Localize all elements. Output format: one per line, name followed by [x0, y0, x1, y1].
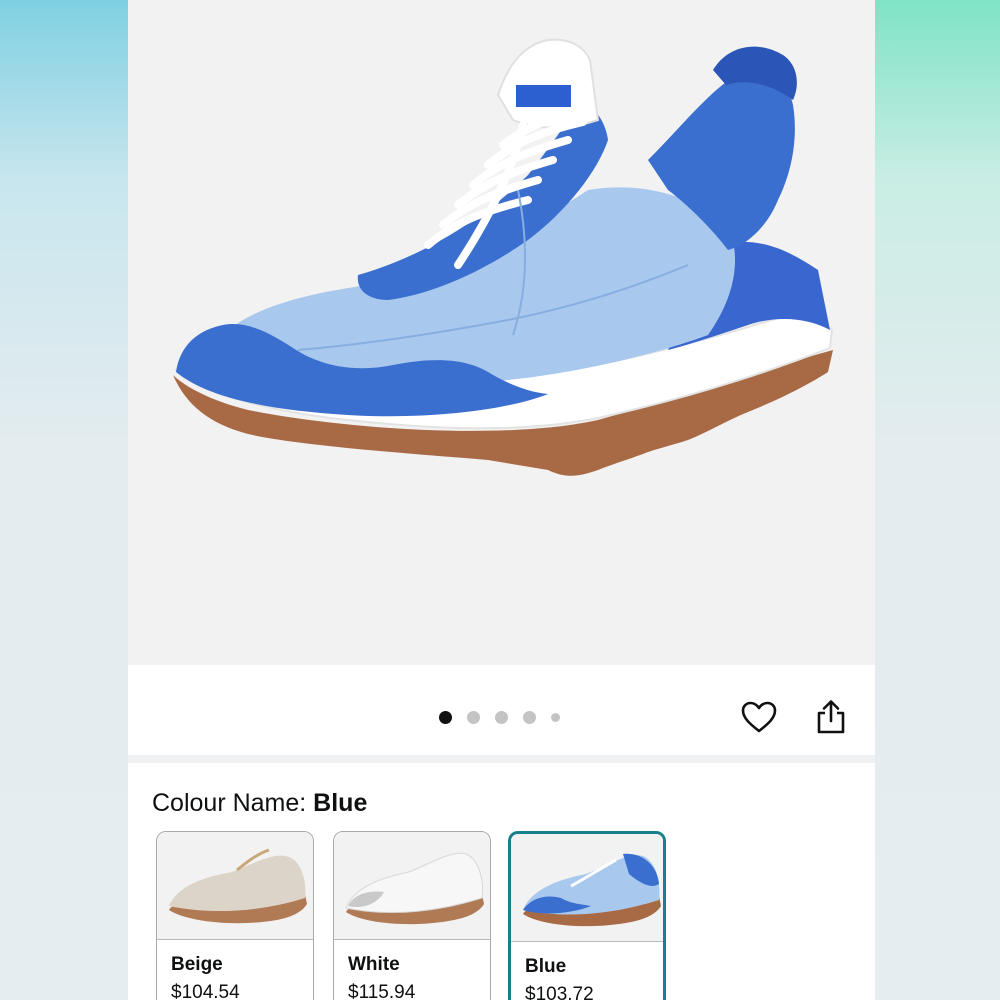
- colour-selector: Colour Name: Blue Beige $104.54 White $1…: [128, 763, 875, 1000]
- colour-name-label: Colour Name: Blue: [152, 789, 367, 818]
- share-button[interactable]: [809, 695, 853, 739]
- pagination-dot[interactable]: [551, 713, 560, 722]
- swatch-price: $115.94: [348, 982, 416, 1000]
- heart-icon: [741, 701, 777, 733]
- swatch-name: Beige: [171, 954, 223, 975]
- swatch-blue[interactable]: Blue $103.72: [508, 831, 666, 1000]
- background-left: [0, 0, 128, 1000]
- product-image[interactable]: [128, 0, 875, 665]
- swatch-price: $104.54: [171, 982, 240, 1000]
- pagination-dot[interactable]: [467, 711, 480, 724]
- wishlist-button[interactable]: [737, 695, 781, 739]
- swatch-name: White: [348, 954, 400, 975]
- gallery-controls: [128, 665, 875, 755]
- pagination-dot[interactable]: [523, 711, 536, 724]
- swatch-thumbnail: [157, 832, 313, 940]
- pagination-dot[interactable]: [495, 711, 508, 724]
- background-right: [875, 0, 1000, 1000]
- blue-sneaker-image: [523, 853, 661, 927]
- swatch-name: Blue: [525, 956, 567, 977]
- sneaker-illustration: [173, 38, 834, 476]
- colour-label-text: Colour Name:: [152, 789, 314, 817]
- swatch-thumbnail: [511, 834, 663, 942]
- colour-selected-value: Blue: [313, 789, 368, 817]
- beige-sneaker-image: [169, 848, 307, 924]
- swatch-white[interactable]: White $115.94: [333, 831, 491, 1000]
- swatch-beige[interactable]: Beige $104.54: [156, 831, 314, 1000]
- product-page: Colour Name: Blue Beige $104.54 White $1…: [128, 0, 875, 1000]
- white-sneaker-image: [345, 852, 484, 925]
- gallery-pagination: [439, 711, 575, 724]
- swatch-thumbnail: [334, 832, 490, 940]
- share-icon: [817, 700, 845, 734]
- swatch-price: $103.72: [525, 984, 594, 1000]
- pagination-dot-active[interactable]: [439, 711, 452, 724]
